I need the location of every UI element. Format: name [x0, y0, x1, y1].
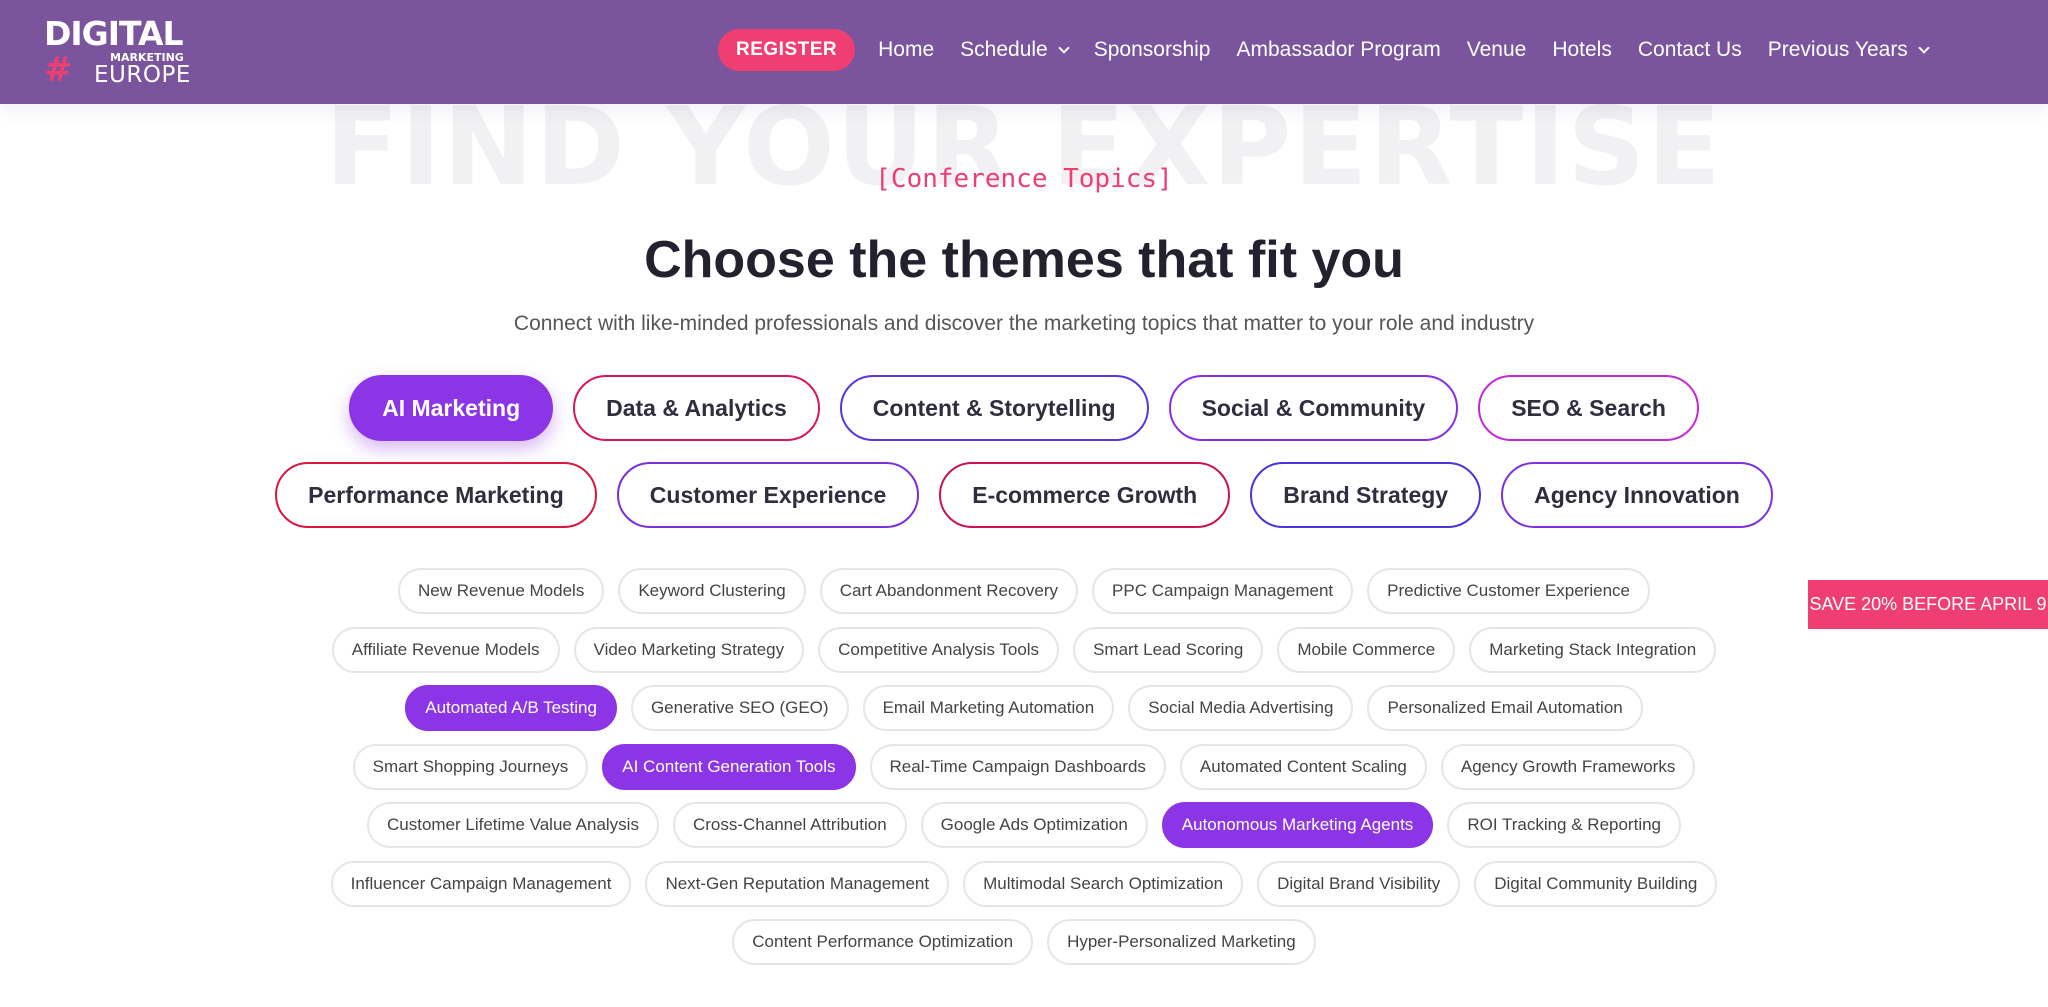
topic-tag[interactable]: Automated A/B Testing: [405, 685, 617, 731]
topic-tag[interactable]: Smart Lead Scoring: [1073, 627, 1264, 673]
category-pill[interactable]: Content & Storytelling: [839, 375, 1149, 441]
tag-row: Content Performance Optimization Hyper-Pe…: [0, 919, 2048, 965]
topic-tag[interactable]: Affiliate Revenue Models: [331, 627, 560, 673]
category-pill[interactable]: Social & Community: [1168, 375, 1459, 441]
topic-tag[interactable]: Autonomous Marketing Agents: [1161, 802, 1434, 848]
topic-tag[interactable]: Influencer Campaign Management: [330, 861, 632, 907]
nav-item-sponsorship[interactable]: Sponsorship: [1081, 29, 1224, 71]
topic-tag[interactable]: Next-Gen Reputation Management: [645, 861, 950, 907]
topic-tag[interactable]: Multimodal Search Optimization: [963, 861, 1244, 907]
register-button[interactable]: REGISTER: [718, 29, 856, 71]
topic-tag[interactable]: Smart Shopping Journeys: [352, 744, 589, 790]
topic-tag[interactable]: ROI Tracking & Reporting: [1447, 802, 1682, 848]
nav-label: Ambassador Program: [1236, 38, 1441, 61]
category-pill[interactable]: Agency Innovation: [1501, 462, 1773, 528]
nav-label: Sponsorship: [1093, 38, 1211, 61]
nav-item-ambassador-program[interactable]: Ambassador Program: [1223, 29, 1453, 71]
nav-item-venue[interactable]: Venue: [1454, 29, 1540, 71]
topic-tag[interactable]: Generative SEO (GEO): [630, 685, 849, 731]
nav-label: Contact Us: [1637, 38, 1742, 61]
tag-row: Customer Lifetime Value Analysis Cross-Ch…: [0, 802, 2048, 848]
topic-tag[interactable]: Automated Content Scaling: [1179, 744, 1427, 790]
nav-label: Previous Years: [1767, 38, 1908, 61]
category-pill[interactable]: E-commerce Growth: [939, 462, 1231, 528]
topic-tag[interactable]: Video Marketing Strategy: [573, 627, 805, 673]
nav-item-home[interactable]: Home: [865, 29, 947, 71]
section-eyebrow: [Conference Topics]: [875, 164, 1173, 194]
tag-row: Influencer Campaign Management Next-Gen R…: [0, 861, 2048, 907]
chevron-down-icon: [1918, 41, 1930, 54]
nav-item-previous-years[interactable]: Previous Years: [1755, 29, 1941, 71]
category-pill[interactable]: Customer Experience: [616, 462, 920, 528]
category-pill[interactable]: SEO & Search: [1478, 375, 1699, 441]
category-row: AI Marketing Data & Analytics Content & St…: [0, 375, 2048, 441]
tag-row: New Revenue Models Keyword Clustering Cart…: [0, 568, 2048, 614]
tag-row: Smart Shopping Journeys AI Content Genera…: [0, 744, 2048, 790]
topic-tag[interactable]: PPC Campaign Management: [1092, 568, 1354, 614]
topic-tag[interactable]: Keyword Clustering: [618, 568, 806, 614]
category-pill[interactable]: Performance Marketing: [275, 462, 597, 528]
topic-tag[interactable]: Cart Abandonment Recovery: [819, 568, 1079, 614]
nav-label: Schedule: [960, 38, 1048, 61]
logo-hash-icon: #: [44, 50, 73, 90]
nav-item-schedule[interactable]: Schedule: [947, 29, 1081, 71]
topic-tag[interactable]: Hyper-Personalized Marketing: [1047, 919, 1316, 965]
topic-tag[interactable]: Email Marketing Automation: [862, 685, 1115, 731]
page-subtitle: Connect with like-minded professionals a…: [513, 312, 1535, 335]
nav-item-contact-us[interactable]: Contact Us: [1625, 29, 1755, 71]
category-pill[interactable]: AI Marketing: [349, 375, 554, 441]
category-row: Performance Marketing Customer Experience…: [0, 462, 2048, 528]
topic-tag[interactable]: Digital Brand Visibility: [1257, 861, 1461, 907]
topic-tag[interactable]: Customer Lifetime Value Analysis: [366, 802, 659, 848]
topic-tag[interactable]: Mobile Commerce: [1277, 627, 1456, 673]
topic-tag[interactable]: Google Ads Optimization: [920, 802, 1148, 848]
page-title: Choose the themes that fit you: [644, 231, 1404, 289]
main-nav: REGISTER Home Schedule Sponsorship Ambas…: [718, 29, 1941, 71]
topic-tag[interactable]: Personalized Email Automation: [1367, 685, 1643, 731]
topic-tag[interactable]: Social Media Advertising: [1128, 685, 1354, 731]
topic-tag[interactable]: Marketing Stack Integration: [1469, 627, 1717, 673]
topic-tag[interactable]: New Revenue Models: [398, 568, 605, 614]
topic-tag[interactable]: Real-Time Campaign Dashboards: [869, 744, 1166, 790]
tag-row: Automated A/B Testing Generative SEO (GEO…: [0, 685, 2048, 731]
tag-row: Affiliate Revenue Models Video Marketing …: [0, 627, 2048, 673]
topic-tag[interactable]: AI Content Generation Tools: [602, 744, 856, 790]
topic-tag[interactable]: Digital Community Building: [1474, 861, 1718, 907]
nav-item-hotels[interactable]: Hotels: [1539, 29, 1625, 71]
logo-word-digital: DIGITAL: [44, 14, 184, 53]
site-header: DIGITAL MARKETING # EUROPE REGISTER Home…: [0, 0, 2048, 104]
nav-label: Venue: [1466, 38, 1527, 61]
chevron-down-icon: [1058, 41, 1070, 54]
nav-label: Home: [878, 38, 935, 61]
category-pill[interactable]: Data & Analytics: [573, 375, 820, 441]
category-pill[interactable]: Brand Strategy: [1250, 462, 1482, 528]
topic-tag[interactable]: Agency Growth Frameworks: [1440, 744, 1696, 790]
nav-label: Hotels: [1552, 38, 1612, 61]
topic-tag[interactable]: Content Performance Optimization: [732, 919, 1034, 965]
topic-tag[interactable]: Predictive Customer Experience: [1367, 568, 1650, 614]
save-promo-button[interactable]: SAVE 20% BEFORE APRIL 9: [1808, 580, 2048, 629]
logo-word-europe: EUROPE: [94, 62, 191, 88]
topic-tag[interactable]: Competitive Analysis Tools: [818, 627, 1060, 673]
site-logo[interactable]: DIGITAL MARKETING # EUROPE: [44, 12, 194, 90]
topic-tag[interactable]: Cross-Channel Attribution: [672, 802, 907, 848]
